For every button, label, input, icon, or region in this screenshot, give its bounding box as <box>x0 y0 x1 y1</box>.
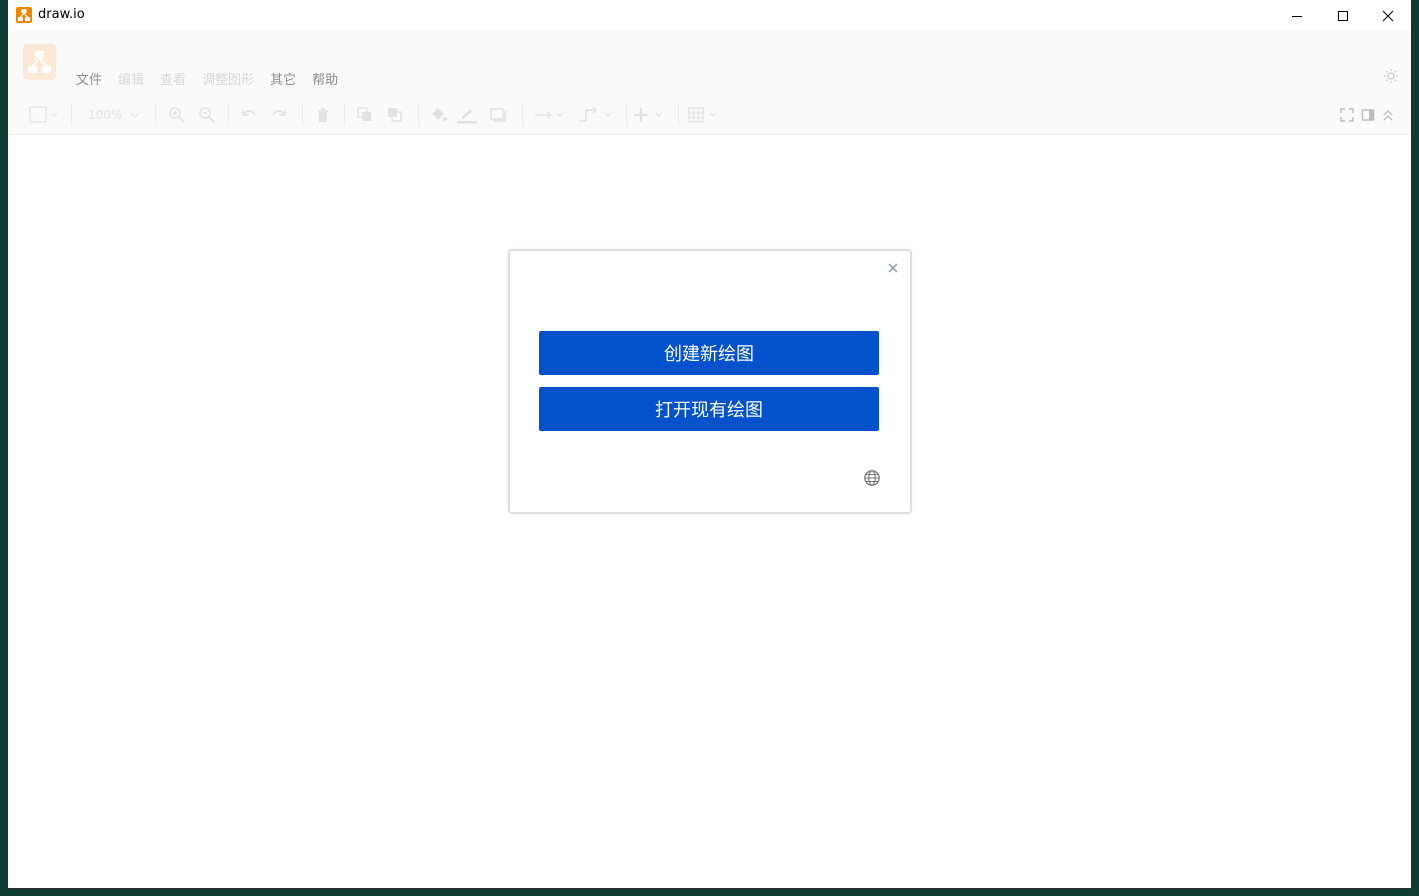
globe-icon[interactable] <box>863 469 881 491</box>
close-window-button[interactable] <box>1365 0 1411 31</box>
toolbar-separator <box>626 103 627 125</box>
redo-icon <box>272 110 286 116</box>
toolbar-separator <box>155 103 156 125</box>
toggle-panel-button[interactable] <box>1361 106 1375 124</box>
zoom-dropdown[interactable]: 100% <box>88 106 142 124</box>
zoom-in-icon <box>169 107 185 123</box>
connection-dropdown[interactable] <box>533 106 565 124</box>
menu-edit[interactable]: 编辑 <box>110 73 152 89</box>
fill-color-button[interactable] <box>428 106 448 124</box>
drawio-logo-icon <box>23 44 56 80</box>
dialog-close-button[interactable] <box>887 262 899 274</box>
app-header: 文件 编辑 查看 调整图形 其它 帮助 <box>8 31 1411 95</box>
toolbar-separator <box>418 103 419 125</box>
toolbar-separator <box>344 103 345 125</box>
minimize-icon <box>1292 15 1302 17</box>
connection-icon <box>535 111 564 119</box>
menu-arrange[interactable]: 调整图形 <box>194 73 262 89</box>
to-back-icon <box>388 108 402 122</box>
zoom-in-button[interactable] <box>168 106 186 124</box>
line-color-button[interactable] <box>457 106 477 124</box>
create-new-diagram-button[interactable]: 创建新绘图 <box>539 331 879 375</box>
open-existing-diagram-button[interactable]: 打开现有绘图 <box>539 387 879 431</box>
to-front-button[interactable] <box>356 106 374 124</box>
app-window: draw.io 文件 编辑 查看 调整图形 其它 帮助 100% 创建新绘图 打… <box>8 0 1411 888</box>
toolbar-separator <box>71 103 72 125</box>
undo-button[interactable] <box>240 106 258 124</box>
toolbar-separator <box>522 103 523 125</box>
insert-dropdown[interactable] <box>634 106 666 124</box>
menu-extras[interactable]: 其它 <box>262 73 304 89</box>
fullscreen-icon <box>1340 108 1354 122</box>
minimize-button[interactable] <box>1274 0 1320 31</box>
menu-help[interactable]: 帮助 <box>304 73 346 89</box>
start-dialog: 创建新绘图 打开现有绘图 <box>508 249 912 514</box>
collapse-icon <box>1383 109 1393 121</box>
shadow-button[interactable] <box>489 106 507 124</box>
collapse-toolbar-button[interactable] <box>1381 106 1395 124</box>
menubar: 文件 编辑 查看 调整图形 其它 帮助 <box>68 73 346 89</box>
table-icon <box>688 107 717 123</box>
toolbar-separator <box>228 103 229 125</box>
drawio-app-icon <box>16 7 32 23</box>
to-back-button[interactable] <box>386 106 404 124</box>
delete-icon <box>318 108 328 122</box>
menu-file[interactable]: 文件 <box>68 73 110 89</box>
maximize-button[interactable] <box>1320 0 1366 31</box>
theme-sun-icon[interactable] <box>1383 68 1399 88</box>
table-dropdown[interactable] <box>688 106 722 124</box>
waypoint-icon <box>579 106 612 122</box>
zoom-out-button[interactable] <box>198 106 216 124</box>
undo-icon <box>242 110 256 116</box>
delete-button[interactable] <box>314 106 332 124</box>
toolbar: 100% <box>8 95 1411 135</box>
close-icon <box>1382 10 1394 21</box>
waypoint-dropdown[interactable] <box>577 106 613 124</box>
zoom-out-icon <box>199 107 215 123</box>
insert-icon <box>634 108 663 122</box>
maximize-icon <box>1338 10 1348 21</box>
to-front-icon <box>357 107 371 121</box>
menu-view[interactable]: 查看 <box>152 73 194 89</box>
format-panel-button[interactable] <box>29 106 57 124</box>
line-color-icon <box>457 109 477 124</box>
window-titlebar[interactable]: draw.io <box>8 0 1411 31</box>
toolbar-separator <box>302 103 303 125</box>
window-title: draw.io <box>38 7 85 22</box>
format-panel-icon <box>29 106 57 123</box>
toolbar-separator <box>678 103 679 125</box>
shadow-icon <box>490 108 506 122</box>
dialog-close-icon <box>888 263 898 273</box>
toggle-panel-icon <box>1361 109 1375 121</box>
zoom-value: 100% <box>88 108 123 122</box>
fullscreen-button[interactable] <box>1340 106 1354 124</box>
fill-color-icon <box>432 108 447 121</box>
redo-button[interactable] <box>270 106 288 124</box>
